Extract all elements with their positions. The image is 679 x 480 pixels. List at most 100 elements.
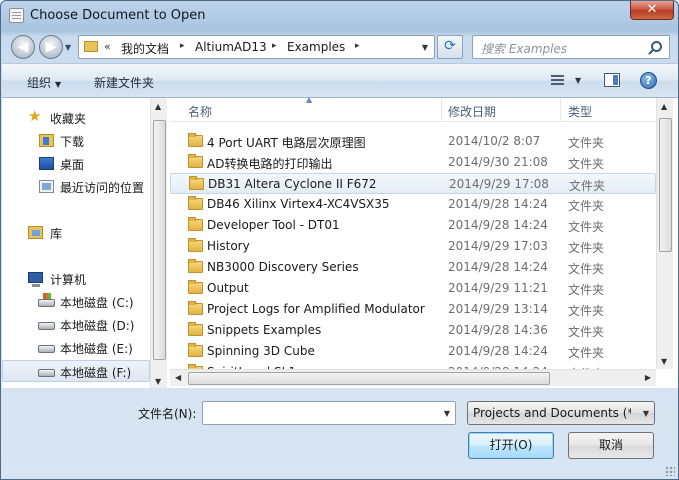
refresh-button[interactable]: ⟳ xyxy=(437,35,463,59)
file-list-horizontal-scrollbar[interactable]: ◀ ▶ xyxy=(170,369,656,386)
sidebar-item-drive-c[interactable]: 本地磁盘 (C:) xyxy=(2,291,150,313)
sidebar-item-label: 下载 xyxy=(60,135,85,149)
chevron-right-icon[interactable]: ▸ xyxy=(180,41,185,51)
title-bar: Choose Document to Open ✕ xyxy=(1,1,678,31)
file-name: Output xyxy=(207,281,249,295)
file-modified: 2014/9/29 13:14 xyxy=(448,302,548,316)
breadcrumb-item[interactable]: AltiumAD13 xyxy=(195,40,267,54)
file-row[interactable]: Developer Tool - DT01 2014/9/28 14:24 文件… xyxy=(170,215,656,236)
sidebar-item-favorites[interactable]: ★ 收藏夹 xyxy=(2,107,150,129)
change-view-icon[interactable] xyxy=(551,75,564,86)
search-icon[interactable] xyxy=(651,41,662,52)
navigation-pane-scrollbar[interactable]: ▲ ▼ xyxy=(150,98,167,388)
scrollbar-thumb[interactable] xyxy=(188,372,550,385)
file-modified: 2014/9/29 17:08 xyxy=(449,177,549,191)
breadcrumb-item[interactable]: 我的文档 xyxy=(121,40,169,57)
file-name: NB3000 Discovery Series xyxy=(207,260,359,274)
file-row[interactable]: NB3000 Discovery Series 2014/9/28 14:24 … xyxy=(170,257,656,278)
sidebar-item-drive-e[interactable]: 本地磁盘 (E:) xyxy=(2,337,150,359)
file-type: 文件夹 xyxy=(568,283,605,297)
chevron-right-icon[interactable]: ▸ xyxy=(355,41,360,51)
file-row[interactable]: DB46 Xilinx Virtex4-XC4VSX35 2014/9/28 1… xyxy=(170,194,656,215)
folder-icon xyxy=(188,259,203,273)
file-modified: 2014/10/2 8:07 xyxy=(448,134,541,148)
drive-icon xyxy=(38,322,55,330)
organize-menu[interactable]: 组织 ▼ xyxy=(27,74,61,91)
column-header-name[interactable]: 名称 xyxy=(188,103,212,120)
sidebar-item-desktop[interactable]: 桌面 xyxy=(2,153,150,175)
file-name: Spinning 3D Cube xyxy=(207,344,315,358)
column-header-modified[interactable]: 修改日期 xyxy=(448,103,496,120)
file-type: 文件夹 xyxy=(568,346,605,360)
back-button[interactable]: ◀ xyxy=(11,35,35,59)
column-divider[interactable] xyxy=(560,98,561,122)
chevron-right-icon[interactable]: ▸ xyxy=(272,41,277,51)
file-list-vertical-scrollbar[interactable]: ▲ ▼ xyxy=(656,98,673,369)
address-bar[interactable]: « 我的文档 ▸ AltiumAD13 ▸ Examples ▸ ▼ xyxy=(78,35,435,59)
chevron-down-icon[interactable]: ▼ xyxy=(444,409,450,418)
sidebar-item-libraries[interactable]: 库 xyxy=(2,222,150,244)
sidebar-item-computer[interactable]: 计算机 xyxy=(2,268,150,290)
navigation-bar: ◀ ▶ ▼ « 我的文档 ▸ AltiumAD13 ▸ Examples ▸ ▼… xyxy=(1,31,678,63)
filename-input[interactable]: ▼ xyxy=(202,401,456,425)
breadcrumb-overflow[interactable]: « xyxy=(104,40,111,53)
file-row[interactable]: Snippets Examples 2014/9/28 14:36 文件夹 xyxy=(170,320,656,341)
file-name: DB31 Altera Cyclone II F672 xyxy=(208,177,377,191)
recent-locations-dropdown[interactable]: ▼ xyxy=(65,43,71,52)
scroll-down-icon[interactable]: ▼ xyxy=(155,377,161,386)
help-icon[interactable]: ? xyxy=(640,72,657,89)
file-type: 文件夹 xyxy=(568,262,605,276)
scroll-down-icon[interactable]: ▼ xyxy=(661,357,667,366)
file-row[interactable]: DB31 Altera Cyclone II F672 2014/9/29 17… xyxy=(170,173,656,194)
folder-icon xyxy=(188,301,203,315)
file-row[interactable]: Output 2014/9/29 11:21 文件夹 xyxy=(170,278,656,299)
file-row[interactable]: History 2014/9/29 17:03 文件夹 xyxy=(170,236,656,257)
window-title: Choose Document to Open xyxy=(30,8,206,23)
column-header-row: ▲ 名称 修改日期 类型 xyxy=(170,95,656,122)
column-header-type[interactable]: 类型 xyxy=(568,103,592,120)
file-type: 文件夹 xyxy=(569,179,606,193)
column-divider[interactable] xyxy=(441,98,442,122)
file-modified: 2014/9/29 17:03 xyxy=(448,239,548,253)
sidebar-item-recent-places[interactable]: 最近访问的位置 xyxy=(2,176,150,198)
organize-label: 组织 xyxy=(27,76,52,90)
drive-icon xyxy=(38,369,55,377)
file-row[interactable]: AD转换电路的打印输出 2014/9/30 21:08 文件夹 xyxy=(170,152,656,173)
scroll-up-icon[interactable]: ▲ xyxy=(155,102,161,111)
search-placeholder: 搜索 Examples xyxy=(481,42,568,56)
file-name: 4 Port UART 电路层次原理图 xyxy=(207,136,366,150)
breadcrumb-item[interactable]: Examples xyxy=(287,40,345,54)
file-name: Developer Tool - DT01 xyxy=(207,218,340,232)
file-row[interactable]: 4 Port UART 电路层次原理图 2014/10/2 8:07 文件夹 xyxy=(170,131,656,152)
cancel-button[interactable]: 取消 xyxy=(568,432,654,459)
sidebar-item-drive-d[interactable]: 本地磁盘 (D:) xyxy=(2,314,150,336)
scrollbar-thumb[interactable] xyxy=(153,120,166,360)
file-type-select[interactable]: Projects and Documents (*.D ▼ xyxy=(467,401,655,425)
forward-button[interactable]: ▶ xyxy=(39,35,63,59)
view-options-dropdown[interactable]: ▼ xyxy=(575,76,581,85)
scroll-left-icon[interactable]: ◀ xyxy=(175,373,181,382)
file-name: History xyxy=(207,239,250,253)
file-name: Snippets Examples xyxy=(207,323,322,337)
open-button[interactable]: 打开(O) xyxy=(468,432,554,459)
file-type-value: Projects and Documents (*.D xyxy=(473,406,631,420)
preview-pane-icon[interactable] xyxy=(604,73,620,87)
sidebar-item-drive-f[interactable]: 本地磁盘 (F:) xyxy=(2,360,150,382)
close-button[interactable]: ✕ xyxy=(630,1,674,20)
new-folder-button[interactable]: 新建文件夹 xyxy=(94,74,154,91)
scroll-right-icon[interactable]: ▶ xyxy=(645,373,651,382)
search-input[interactable]: 搜索 Examples xyxy=(472,35,670,59)
sidebar-item-label: 本地磁盘 (F:) xyxy=(60,366,132,380)
sidebar-item-label: 收藏夹 xyxy=(50,112,87,126)
sidebar-item-label: 库 xyxy=(50,227,63,241)
file-name: AD转换电路的打印输出 xyxy=(207,157,333,171)
sidebar-item-downloads[interactable]: 下载 xyxy=(2,130,150,152)
file-row[interactable]: Spinning 3D Cube 2014/9/28 14:24 文件夹 xyxy=(170,341,656,362)
library-icon xyxy=(28,226,43,239)
file-row[interactable]: Project Logs for Amplified Modulator 201… xyxy=(170,299,656,320)
star-icon: ★ xyxy=(28,107,42,125)
scroll-up-icon[interactable]: ▲ xyxy=(661,102,667,111)
resize-grip-icon[interactable] xyxy=(665,466,675,476)
address-dropdown-icon[interactable]: ▼ xyxy=(422,43,428,52)
scrollbar-thumb[interactable] xyxy=(659,118,672,252)
